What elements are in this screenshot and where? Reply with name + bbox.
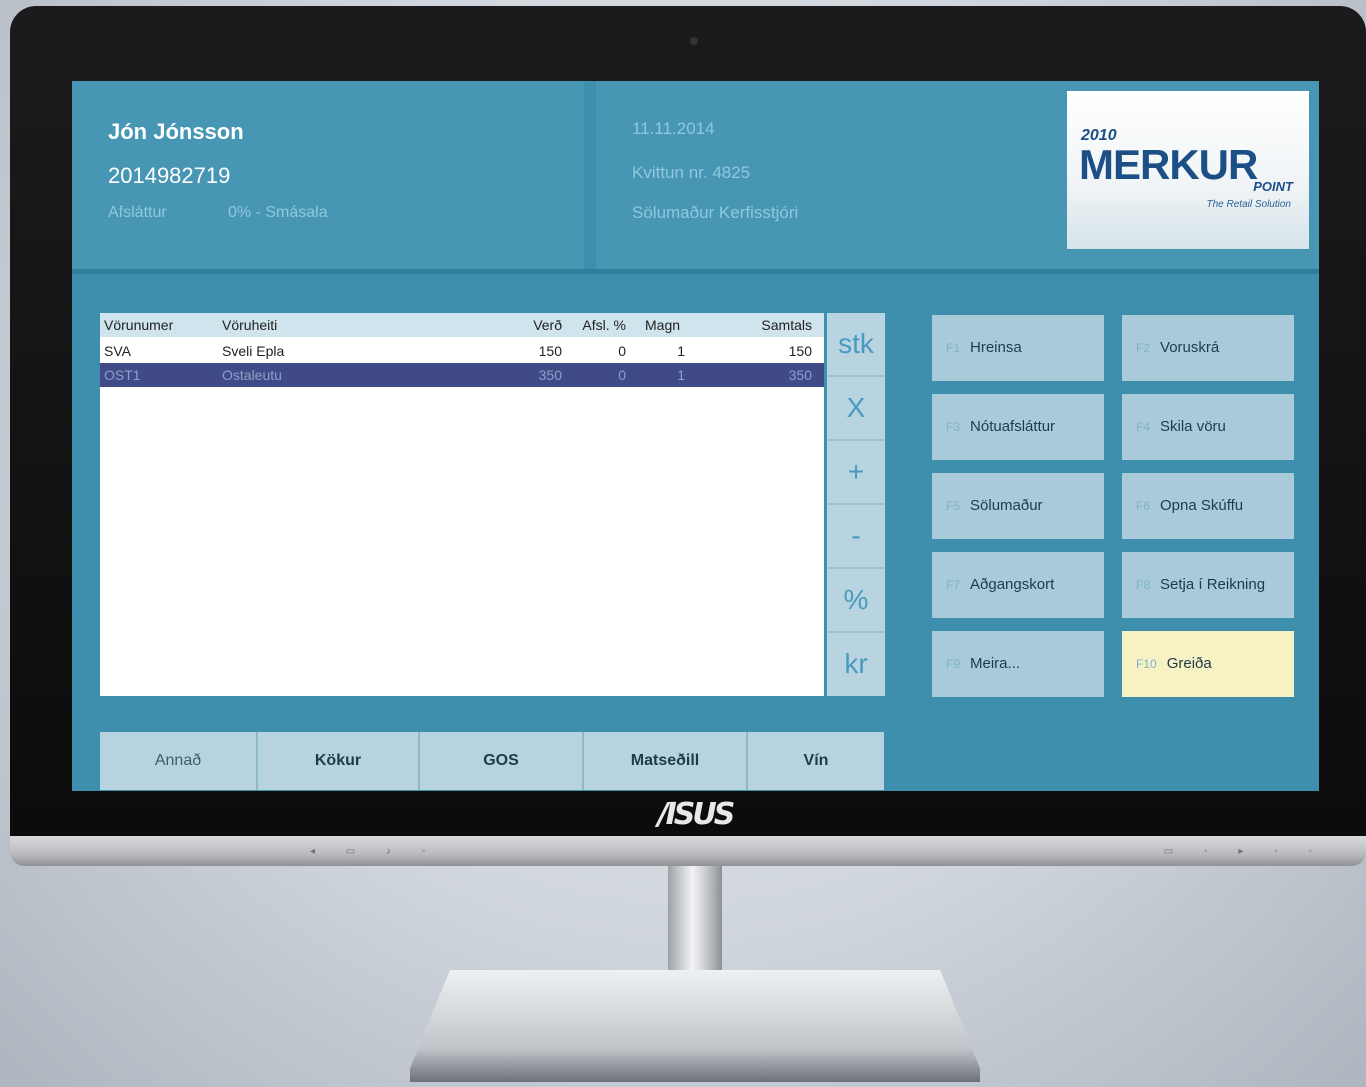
brand-logo: /ISUS — [657, 797, 736, 832]
header-divider — [72, 269, 1319, 274]
kr-key[interactable]: kr — [827, 633, 885, 695]
cell-total: 350 — [788, 367, 812, 383]
f1-clear-button[interactable]: F1 Hreinsa — [932, 315, 1104, 381]
fkey-code: F2 — [1136, 341, 1151, 355]
fkey-code: F7 — [946, 578, 961, 592]
f10-pay-button[interactable]: F10 Greiða — [1122, 631, 1294, 697]
cell-quantity: 1 — [677, 367, 685, 383]
monitor-chin: ◂ ▭ ♪ ◦ ▭ ◦ ▸ ◦ ◦ — [10, 836, 1366, 866]
cell-discount: 0 — [618, 367, 626, 383]
f2-catalog-button[interactable]: F2 Voruskrá — [1122, 315, 1294, 381]
fkey-code: F5 — [946, 499, 961, 513]
fkey-code: F4 — [1136, 420, 1151, 434]
percent-key[interactable]: % — [827, 569, 885, 633]
fkey-label: Aðgangskort — [970, 576, 1055, 593]
f7-access-card-button[interactable]: F7 Aðgangskort — [932, 552, 1104, 618]
cell-price: 150 — [538, 343, 562, 359]
tab-other[interactable]: Annað — [100, 732, 258, 790]
cell-product-name: Ostaleutu — [222, 367, 282, 383]
header: Jón Jónsson 2014982719 Afsláttur 0% - Sm… — [72, 81, 1319, 269]
discount-label: Afsláttur — [108, 204, 167, 221]
f9-more-button[interactable]: F9 Meira... — [932, 631, 1104, 697]
fkey-code: F1 — [946, 341, 961, 355]
fkey-code: F8 — [1136, 578, 1151, 592]
transaction-date: 11.11.2014 — [632, 119, 715, 138]
logo-tagline: The Retail Solution — [1206, 199, 1292, 210]
minus-key[interactable]: - — [827, 505, 885, 569]
f6-open-drawer-button[interactable]: F6 Opna Skúffu — [1122, 473, 1294, 539]
logo-sub: POINT — [1253, 179, 1293, 194]
fkey-code: F3 — [946, 420, 961, 434]
discount-value: 0% - Smásala — [228, 204, 328, 221]
col-discount[interactable]: Afsl. % — [570, 313, 626, 337]
customer-panel: Jón Jónsson 2014982719 Afsláttur 0% - Sm… — [72, 81, 584, 269]
plus-key[interactable]: + — [827, 441, 885, 505]
fkey-label: Hreinsa — [970, 339, 1022, 356]
fkey-label: Voruskrá — [1160, 339, 1220, 356]
clerk-name: Sölumaður Kerfisstjóri — [632, 203, 799, 222]
fkey-code: F9 — [946, 657, 961, 671]
f4-return-item-button[interactable]: F4 Skila vöru — [1122, 394, 1294, 460]
fkey-code: F6 — [1136, 499, 1151, 513]
cell-total: 150 — [788, 343, 812, 359]
logo-name: MERKUR — [1079, 141, 1258, 188]
table-row[interactable]: SVA Sveli Epla 150 0 1 150 — [100, 339, 824, 363]
tab-wine[interactable]: Vín — [748, 732, 884, 790]
table-row-selected[interactable]: OST1 Ostaleutu 350 0 1 350 — [100, 363, 824, 387]
fkey-label: Greiða — [1166, 655, 1212, 672]
fkey-code: F10 — [1136, 657, 1157, 671]
f8-add-to-invoice-button[interactable]: F8 Setja í Reikning — [1122, 552, 1294, 618]
webcam — [690, 37, 698, 45]
pos-screen: Jón Jónsson 2014982719 Afsláttur 0% - Sm… — [72, 81, 1319, 791]
fkey-label: Setja í Reikning — [1160, 576, 1266, 593]
col-quantity[interactable]: Magn — [645, 313, 680, 337]
col-price[interactable]: Verð — [520, 313, 562, 337]
customer-name: Jón Jónsson — [108, 119, 244, 144]
cell-product-number: OST1 — [104, 367, 141, 383]
fkey-label: Meira... — [970, 655, 1021, 672]
fkey-label: Nótuafsláttur — [970, 418, 1056, 435]
col-product-name[interactable]: Vöruheiti — [222, 313, 277, 337]
receipt-number: Kvittun nr. 4825 — [632, 163, 751, 182]
cell-price: 350 — [538, 367, 562, 383]
fkey-label: Skila vöru — [1160, 418, 1226, 435]
monitor-base — [410, 970, 980, 1082]
tab-cakes[interactable]: Kökur — [258, 732, 420, 790]
col-total[interactable]: Samtals — [740, 313, 812, 337]
cell-quantity: 1 — [677, 343, 685, 359]
fkey-label: Opna Skúffu — [1160, 497, 1244, 514]
cell-discount: 0 — [618, 343, 626, 359]
quantity-keys: stk X + - % kr — [827, 313, 885, 696]
tab-soda[interactable]: GOS — [420, 732, 584, 790]
multiply-key[interactable]: X — [827, 377, 885, 441]
customer-id: 2014982719 — [108, 163, 231, 188]
tab-menu[interactable]: Matseðill — [584, 732, 748, 790]
col-product-number[interactable]: Vörunumer — [104, 313, 173, 337]
grid-header: Vörunumer Vöruheiti Verð Afsl. % Magn Sa… — [100, 313, 824, 337]
fkey-label: Sölumaður — [970, 497, 1043, 514]
cell-product-name: Sveli Epla — [222, 343, 285, 359]
control-icons-left: ◂ ▭ ♪ ◦ — [310, 846, 440, 857]
cell-product-number: SVA — [104, 343, 131, 359]
merkur-logo: 2010 MERKUR POINT The Retail Solution — [1067, 91, 1309, 249]
control-icons-right: ▭ ◦ ▸ ◦ ◦ — [1163, 846, 1326, 857]
f3-receipt-discount-button[interactable]: F3 Nótuafsláttur — [932, 394, 1104, 460]
f5-clerk-button[interactable]: F5 Sölumaður — [932, 473, 1104, 539]
sales-grid[interactable]: Vörunumer Vöruheiti Verð Afsl. % Magn Sa… — [100, 313, 824, 696]
stk-key[interactable]: stk — [827, 313, 885, 377]
